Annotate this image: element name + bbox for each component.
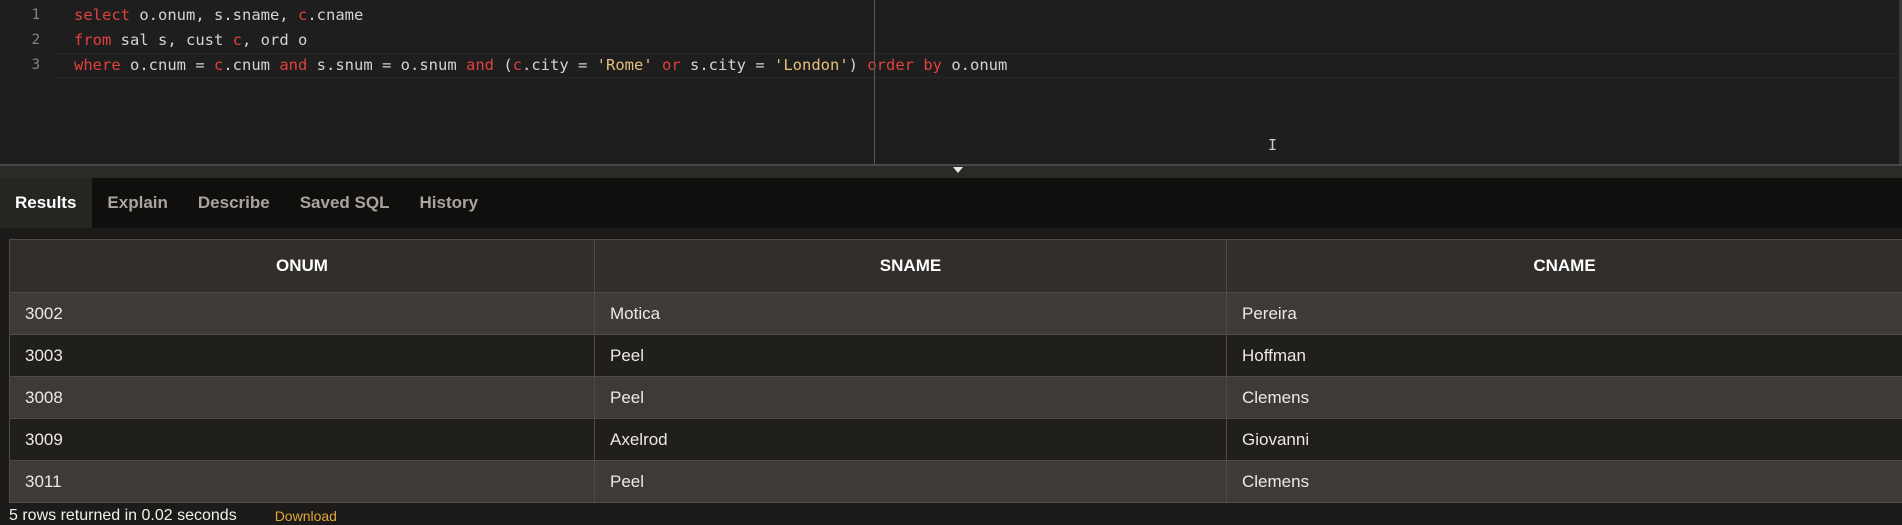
results-grid: ONUM SNAME CNAME 3002 Motica Pereira 300… (9, 239, 1902, 503)
cell-sname: Motica (594, 292, 1227, 335)
sql-text: s.snum = o.snum (307, 56, 466, 74)
text-cursor-icon: I (1268, 136, 1278, 154)
results-table: ONUM SNAME CNAME 3002 Motica Pereira 300… (9, 239, 1902, 503)
results-footer: 5 rows returned in 0.02 seconds Download (9, 506, 337, 525)
sql-keyword: and (279, 56, 308, 74)
sql-keyword: by (923, 56, 943, 74)
print-margin-ruler (874, 0, 875, 164)
sql-keyword: or (662, 56, 681, 74)
table-row: 3011 Peel Clemens (9, 460, 1902, 503)
cell-cname: Hoffman (1226, 334, 1902, 377)
cell-cname: Giovanni (1226, 418, 1902, 461)
code-line-current[interactable]: where o.cnum = c.cnum and s.snum = o.snu… (52, 53, 1900, 78)
cell-cname: Pereira (1226, 292, 1902, 335)
sql-string: 'London' (774, 56, 849, 74)
sql-keyword: c (232, 31, 242, 49)
cell-onum: 3003 (9, 334, 595, 377)
sql-text: o.cnum = (120, 56, 214, 74)
sql-keyword: where (74, 56, 121, 74)
cell-onum: 3009 (9, 418, 595, 461)
column-header-onum[interactable]: ONUM (9, 239, 595, 293)
cell-cname: Clemens (1226, 376, 1902, 419)
sql-text: .cname (307, 6, 364, 24)
cell-onum: 3002 (9, 292, 595, 335)
cell-sname: Axelrod (594, 418, 1227, 461)
sql-text: , ord o (242, 31, 308, 49)
column-header-sname[interactable]: SNAME (594, 239, 1227, 293)
line-number: 1 (31, 7, 40, 23)
sql-text: .cnum (223, 56, 280, 74)
cell-sname: Peel (594, 334, 1227, 377)
sql-text: s.city = (680, 56, 774, 74)
result-tabs: Results Explain Describe Saved SQL Histo… (0, 178, 1902, 228)
sql-string: 'Rome' (596, 56, 653, 74)
tab-explain[interactable]: Explain (92, 178, 182, 228)
sql-text: sal s, cust (111, 31, 233, 49)
tab-results[interactable]: Results (0, 178, 93, 228)
table-header-row: ONUM SNAME CNAME (9, 239, 1902, 293)
table-row: 3009 Axelrod Giovanni (9, 418, 1902, 461)
sql-keyword: and (465, 56, 494, 74)
cell-onum: 3011 (9, 460, 595, 503)
sql-keyword: c (214, 56, 224, 74)
table-row: 3003 Peel Hoffman (9, 334, 1902, 377)
column-header-cname[interactable]: CNAME (1226, 239, 1902, 293)
cell-sname: Peel (594, 460, 1227, 503)
download-link[interactable]: Download (275, 508, 337, 524)
sql-text: ( (493, 56, 513, 74)
table-row: 3002 Motica Pereira (9, 292, 1902, 335)
pane-splitter[interactable] (0, 164, 1902, 178)
sql-keyword: c (297, 6, 308, 24)
table-row: 3008 Peel Clemens (9, 376, 1902, 419)
sql-editor[interactable]: 1 2 3 select o.onum, s.sname, c.cname fr… (0, 0, 1902, 164)
sql-text: o.onum (942, 56, 1008, 74)
sql-text: .city = (522, 56, 597, 74)
cell-onum: 3008 (9, 376, 595, 419)
sql-keyword: from (74, 31, 112, 49)
code-line[interactable]: from sal s, cust c, ord o (74, 28, 307, 53)
tab-saved-sql[interactable]: Saved SQL (285, 178, 405, 228)
line-number: 3 (31, 57, 40, 73)
sql-keyword: select (74, 6, 130, 24)
sql-keyword: c (512, 56, 522, 74)
tab-describe[interactable]: Describe (183, 178, 285, 228)
cell-sname: Peel (594, 376, 1227, 419)
line-number-gutter: 1 2 3 (0, 0, 52, 164)
code-line[interactable]: select o.onum, s.sname, c.cname (74, 3, 363, 28)
tab-history[interactable]: History (404, 178, 493, 228)
sql-text: o.onum, s.sname, (130, 6, 298, 24)
sql-text: ) (848, 56, 868, 74)
row-count-status: 5 rows returned in 0.02 seconds (9, 506, 237, 524)
triangle-down-icon[interactable] (953, 167, 963, 173)
line-number: 2 (31, 32, 40, 48)
cell-cname: Clemens (1226, 460, 1902, 503)
